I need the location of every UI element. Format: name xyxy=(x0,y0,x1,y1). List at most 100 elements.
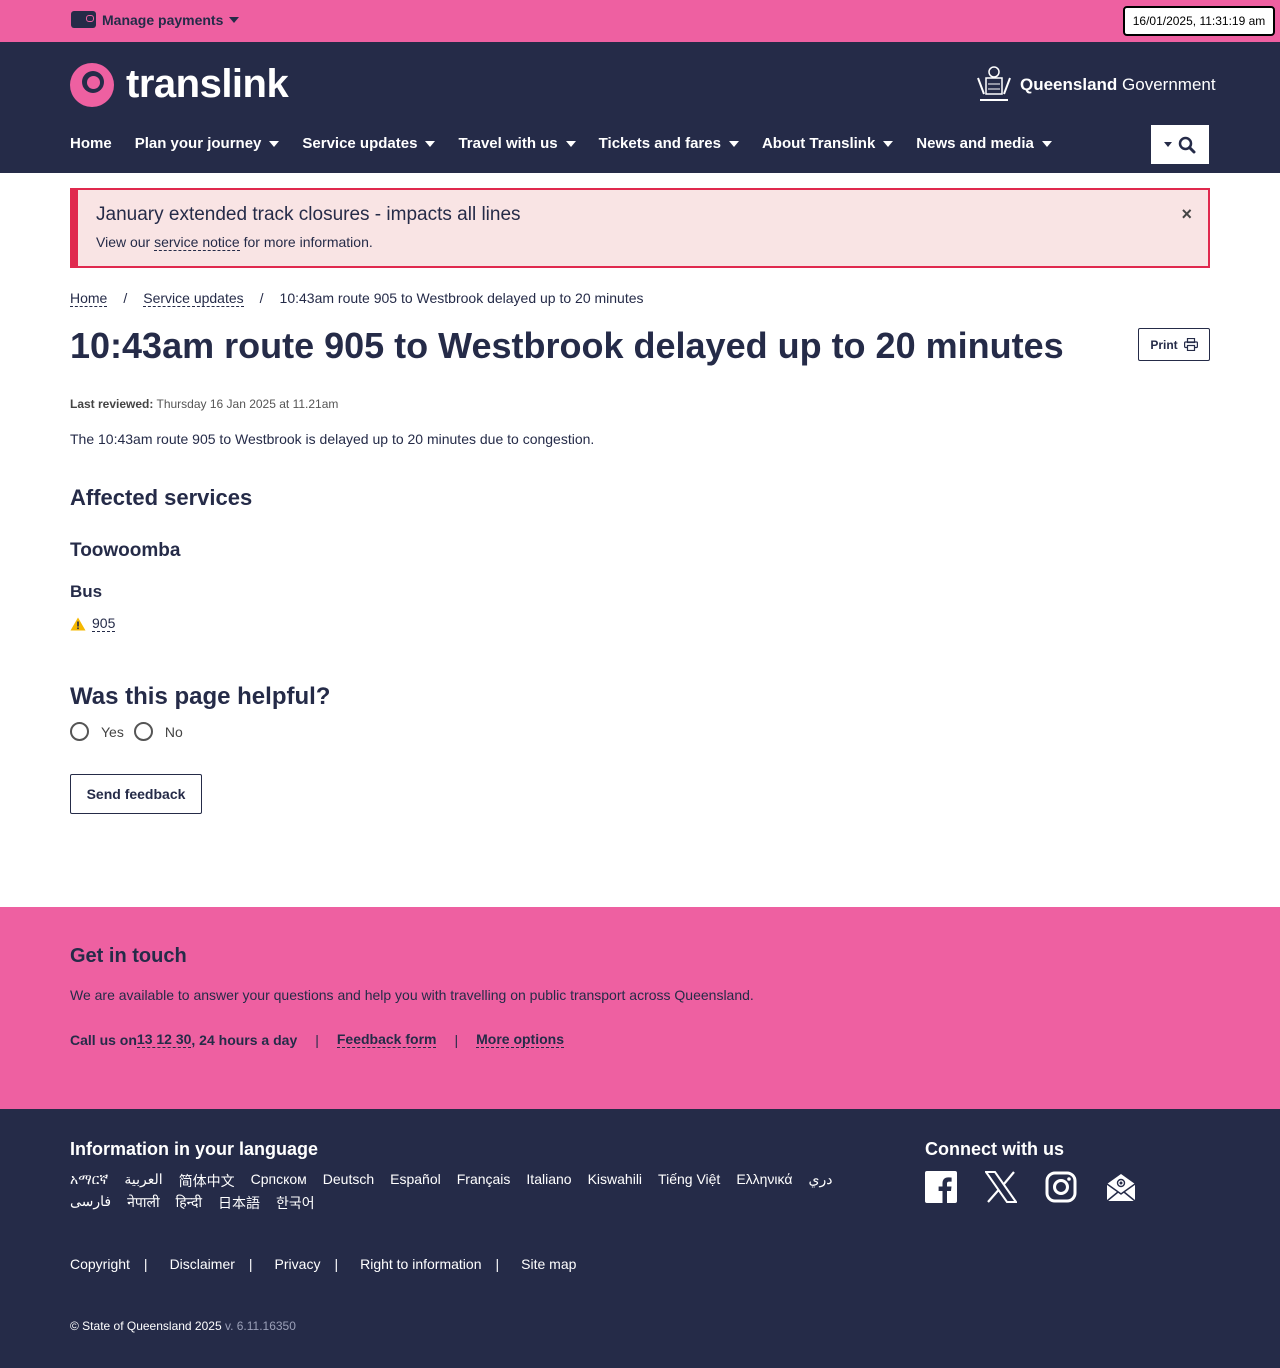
service-notice-link[interactable]: service notice xyxy=(154,234,240,251)
breadcrumb-separator: / xyxy=(259,290,264,306)
print-button[interactable]: Print xyxy=(1138,328,1210,361)
language-link[interactable]: 한국어 xyxy=(276,1193,315,1213)
warning-icon xyxy=(70,617,86,630)
breadcrumb-home[interactable]: Home xyxy=(70,290,108,307)
connect-title: Connect with us xyxy=(925,1139,1064,1159)
language-link[interactable]: Tiếng Việt xyxy=(658,1171,720,1191)
print-label: Print xyxy=(1150,337,1178,352)
nav-tickets-and-fares[interactable]: Tickets and fares xyxy=(599,135,739,152)
chevron-down-icon xyxy=(229,16,240,23)
queensland-government-logo[interactable]: Queensland Government xyxy=(974,64,1216,106)
social-links xyxy=(925,1171,1137,1203)
version-text: v. 6.11.16350 xyxy=(221,1319,296,1333)
alert-body: View our service notice for more informa… xyxy=(96,234,373,251)
gov-text: Government xyxy=(1117,75,1216,94)
get-in-touch-body: We are available to answer your question… xyxy=(70,987,754,1003)
close-icon[interactable]: × xyxy=(1181,204,1192,225)
site-footer: Information in your language አማርኛ العربي… xyxy=(0,1109,1280,1368)
nav-label: Travel with us xyxy=(458,135,558,152)
manage-payments-menu[interactable]: Manage payments xyxy=(71,11,240,28)
nav-about-translink[interactable]: About Translink xyxy=(761,135,894,152)
more-options-link[interactable]: More options xyxy=(476,1031,564,1048)
yes-radio[interactable] xyxy=(70,722,89,741)
helpful-radio-group: Yes No xyxy=(70,722,193,741)
nav-home[interactable]: Home xyxy=(70,135,112,152)
language-link[interactable]: Español xyxy=(390,1171,441,1191)
language-link[interactable]: Kiswahili xyxy=(588,1171,642,1191)
no-label: No xyxy=(164,723,183,740)
page-title: 10:43am route 905 to Westbrook delayed u… xyxy=(70,325,1064,366)
language-list: አማርኛ العربية 简体中文 Српском Deutsch Españo… xyxy=(70,1171,900,1213)
language-link[interactable]: العربية xyxy=(124,1171,162,1191)
timestamp-overlay: 16/01/2025, 11:31:19 am xyxy=(1123,6,1275,36)
language-link[interactable]: 日本語 xyxy=(218,1193,260,1213)
chevron-down-icon xyxy=(883,140,894,147)
disclaimer-link[interactable]: Disclaimer xyxy=(170,1256,235,1272)
language-link[interactable]: فارسی xyxy=(70,1193,111,1213)
site-header: translink Queensland Government Home Pla… xyxy=(0,42,1280,173)
language-link[interactable]: 简体中文 xyxy=(179,1171,235,1191)
site-map-link[interactable]: Site map xyxy=(521,1256,576,1272)
manage-payments-label: Manage payments xyxy=(102,11,224,28)
language-link[interactable]: Italiano xyxy=(526,1171,571,1191)
nav-plan-your-journey[interactable]: Plan your journey xyxy=(135,135,280,152)
email-icon[interactable] xyxy=(1105,1171,1137,1203)
language-link[interactable]: አማርኛ xyxy=(70,1171,108,1191)
gov-bold: Queensland xyxy=(1020,75,1118,94)
service-alert-banner: January extended track closures - impact… xyxy=(70,188,1210,268)
language-title: Information in your language xyxy=(70,1139,319,1159)
go-card-icon xyxy=(71,11,96,28)
alert-title: January extended track closures - impact… xyxy=(96,204,521,225)
chevron-down-icon xyxy=(565,140,576,147)
chevron-down-icon xyxy=(1164,142,1172,147)
chevron-down-icon xyxy=(1041,140,1052,147)
nav-label: Service updates xyxy=(302,135,418,152)
top-utility-bar: Manage payments 16/01/2025, 11:31:19 am xyxy=(0,0,1280,42)
yes-label: Yes xyxy=(101,723,124,740)
route-905-link[interactable]: 905 xyxy=(92,615,116,632)
search-toggle-button[interactable] xyxy=(1151,125,1209,164)
affected-route: 905 xyxy=(70,615,116,632)
language-link[interactable]: Ελληνικά xyxy=(736,1171,792,1191)
contact-links: Call us on 13 12 30 , 24 hours a day | F… xyxy=(70,1031,564,1048)
logo-text: translink xyxy=(126,62,289,106)
language-link[interactable]: Deutsch xyxy=(323,1171,374,1191)
breadcrumb-service-updates[interactable]: Service updates xyxy=(143,290,244,307)
nav-label: News and media xyxy=(916,135,1034,152)
update-description: The 10:43am route 905 to Westbrook is de… xyxy=(70,431,595,447)
nav-label: Plan your journey xyxy=(134,135,262,152)
get-in-touch-title: Get in touch xyxy=(70,945,187,967)
chevron-down-icon xyxy=(425,140,436,147)
language-link[interactable]: हिन्दी xyxy=(176,1193,202,1213)
coat-of-arms-icon xyxy=(977,66,1011,101)
x-icon[interactable] xyxy=(985,1171,1017,1203)
language-link[interactable]: Српском xyxy=(251,1171,307,1191)
affected-services-heading: Affected services xyxy=(70,485,253,510)
send-feedback-button[interactable]: Send feedback xyxy=(70,774,202,814)
privacy-link[interactable]: Privacy xyxy=(275,1256,321,1272)
search-icon xyxy=(1178,136,1196,153)
nav-label: Home xyxy=(70,135,112,152)
instagram-icon[interactable] xyxy=(1045,1171,1077,1203)
language-link[interactable]: دري xyxy=(808,1171,832,1191)
nav-travel-with-us[interactable]: Travel with us xyxy=(458,135,576,152)
mode-heading: Bus xyxy=(70,582,103,601)
language-link[interactable]: Français xyxy=(457,1171,511,1191)
footer-links: Copyright | Disclaimer | Privacy | Right to… xyxy=(70,1256,577,1272)
facebook-icon[interactable] xyxy=(925,1171,957,1203)
nav-label: About Translink xyxy=(761,135,876,152)
nav-service-updates[interactable]: Service updates xyxy=(302,135,436,152)
printer-icon xyxy=(1183,338,1198,351)
no-radio[interactable] xyxy=(133,722,153,741)
copyright-link[interactable]: Copyright xyxy=(70,1256,130,1272)
breadcrumb: Home / Service updates / 10:43am route 9… xyxy=(70,290,644,307)
chevron-down-icon xyxy=(269,140,280,147)
language-link[interactable]: नेपाली xyxy=(127,1193,159,1213)
helpful-heading: Was this page helpful? xyxy=(70,683,331,710)
nav-news-and-media[interactable]: News and media xyxy=(916,135,1052,152)
get-in-touch-section: Get in touch We are available to answer … xyxy=(0,907,1280,1109)
phone-link[interactable]: 13 12 30 xyxy=(136,1031,192,1048)
translink-logo[interactable]: translink xyxy=(70,62,289,107)
right-to-information-link[interactable]: Right to information xyxy=(360,1256,481,1272)
feedback-form-link[interactable]: Feedback form xyxy=(336,1031,437,1048)
